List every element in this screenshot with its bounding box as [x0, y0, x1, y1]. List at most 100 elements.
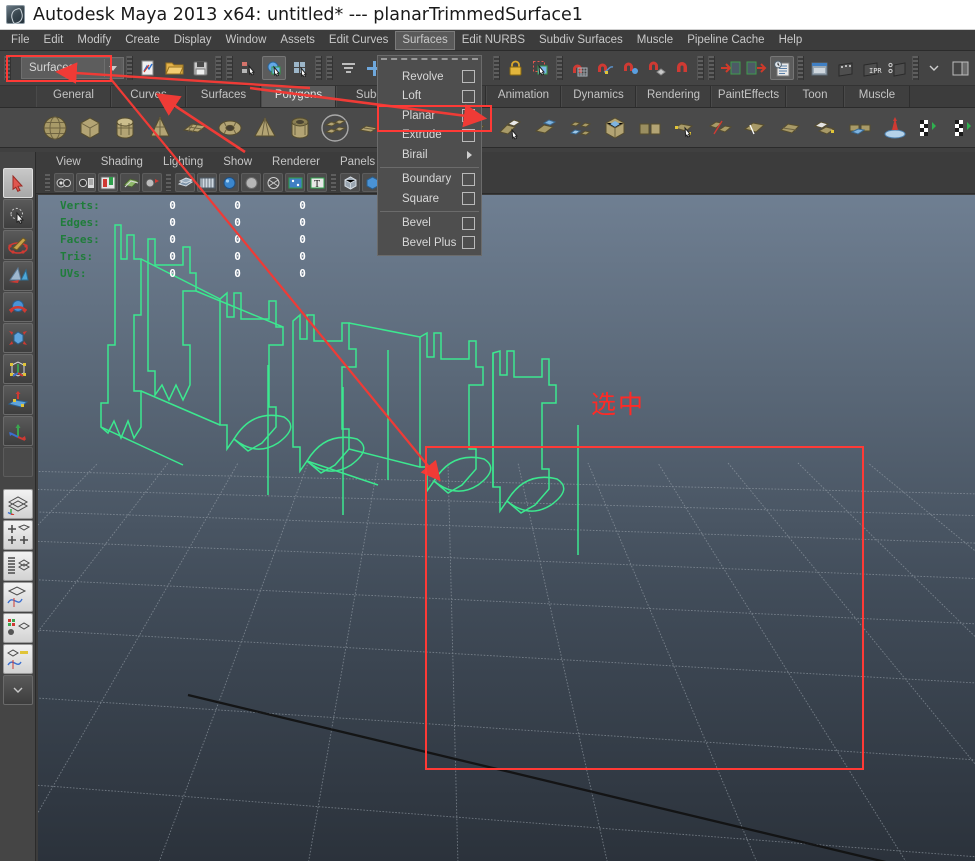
- menu-item-modify[interactable]: Modify: [70, 31, 118, 50]
- menu-item-edit[interactable]: Edit: [37, 31, 71, 50]
- menu-option-square[interactable]: Square: [378, 189, 481, 209]
- menu-set-select[interactable]: Surfaces: [21, 57, 124, 79]
- poly-sphere-icon[interactable]: [38, 111, 71, 144]
- option-box-icon[interactable]: [462, 89, 475, 103]
- shelf-tab-painteffects[interactable]: PaintEffects: [711, 86, 786, 107]
- shelf-tab-curves[interactable]: Curves: [111, 86, 186, 107]
- append-to-polygon-icon[interactable]: [668, 111, 701, 144]
- shelf-tab-surfaces[interactable]: Surfaces: [186, 86, 261, 107]
- menu-item-muscle[interactable]: Muscle: [630, 31, 680, 50]
- poly-cone-icon[interactable]: [143, 111, 176, 144]
- smooth-icon[interactable]: [598, 111, 631, 144]
- poly-plane-icon[interactable]: [178, 111, 211, 144]
- mirror-geometry-icon[interactable]: [633, 111, 666, 144]
- booleans-icon[interactable]: [563, 111, 596, 144]
- bridge-icon[interactable]: [843, 111, 876, 144]
- snap-to-point-icon[interactable]: [618, 56, 642, 80]
- snap-to-curve-icon[interactable]: [592, 56, 616, 80]
- layout-four-view-icon[interactable]: [3, 520, 33, 550]
- perspective-viewport[interactable]: Verts: 0 0 0 Edges: 0 0 0 Faces: 0 0 0 T…: [38, 195, 975, 861]
- shelf-tab-muscle[interactable]: Muscle: [844, 86, 910, 107]
- option-box-icon[interactable]: [462, 192, 475, 205]
- paint-selection-tool-icon[interactable]: [3, 230, 33, 260]
- scale-tool-icon[interactable]: [3, 323, 33, 353]
- snap-to-grid-icon[interactable]: [566, 56, 590, 80]
- select-by-object-type-icon[interactable]: [262, 56, 286, 80]
- option-box-icon[interactable]: [462, 172, 475, 186]
- output-connections-icon[interactable]: [744, 56, 768, 80]
- option-box-icon[interactable]: [462, 70, 475, 83]
- menu-option-birail[interactable]: Birail: [378, 145, 481, 165]
- menu-option-bevel[interactable]: Bevel: [378, 214, 481, 234]
- texture-toggle-icon[interactable]: [285, 173, 305, 192]
- layout-single-perspective-icon[interactable]: [3, 489, 33, 519]
- menu-item-display[interactable]: Display: [167, 31, 219, 50]
- select-camera-icon[interactable]: [54, 173, 74, 192]
- panel-menu-view[interactable]: View: [46, 156, 91, 168]
- show-manipulator-tool-icon[interactable]: [3, 416, 33, 446]
- menu-item-window[interactable]: Window: [218, 31, 273, 50]
- uv-texture-editor-icon[interactable]: [913, 111, 946, 144]
- xray-icon[interactable]: [263, 173, 283, 192]
- menu-option-planar[interactable]: Planar: [378, 106, 481, 126]
- shelf-tab-toon[interactable]: Toon: [786, 86, 844, 107]
- attribute-editor-toggle-icon[interactable]: [948, 56, 972, 80]
- redo-render-icon[interactable]: [833, 56, 857, 80]
- sidebar-toggle-icon[interactable]: [922, 56, 946, 80]
- menu-item-file[interactable]: File: [4, 31, 37, 50]
- panel-menu-renderer[interactable]: Renderer: [262, 156, 330, 168]
- layout-more-icon[interactable]: [3, 675, 33, 705]
- menu-item-help[interactable]: Help: [772, 31, 810, 50]
- layout-outliner-persp-icon[interactable]: [3, 551, 33, 581]
- poly-pyramid-icon[interactable]: [248, 111, 281, 144]
- shelf-tab-dynamics[interactable]: Dynamics: [561, 86, 636, 107]
- use-all-lights-icon[interactable]: T: [307, 173, 327, 192]
- poly-prism-icon[interactable]: [318, 111, 351, 144]
- lasso-select-tool-icon[interactable]: [3, 199, 33, 229]
- marquee-select-icon[interactable]: [529, 56, 553, 80]
- layout-persp-graph-icon[interactable]: [3, 582, 33, 612]
- layout-persp-graph-dope-icon[interactable]: [3, 644, 33, 674]
- offset-edge-loop-icon[interactable]: [773, 111, 806, 144]
- chevron-down-icon[interactable]: [104, 59, 121, 77]
- split-polygon-icon[interactable]: [703, 111, 736, 144]
- shelf-tab-general[interactable]: General: [36, 86, 111, 107]
- move-tool-icon[interactable]: [3, 261, 33, 291]
- menu-item-subdiv-surfaces[interactable]: Subdiv Surfaces: [532, 31, 630, 50]
- shelf-tab-animation[interactable]: Animation: [486, 86, 561, 107]
- sculpt-geometry-icon[interactable]: [878, 111, 911, 144]
- option-box-icon[interactable]: [462, 109, 475, 122]
- menu-item-edit-curves[interactable]: Edit Curves: [322, 31, 395, 50]
- poly-pipe-icon[interactable]: [283, 111, 316, 144]
- render-settings-icon[interactable]: [885, 56, 909, 80]
- separate-icon[interactable]: [493, 111, 526, 144]
- film-gate-icon[interactable]: [197, 173, 217, 192]
- select-by-component-type-icon[interactable]: [288, 56, 312, 80]
- construction-history-icon[interactable]: [770, 56, 794, 80]
- uv-checker-icon[interactable]: [948, 111, 975, 144]
- grid-toggle-icon[interactable]: [175, 173, 195, 192]
- camera-attributes-icon[interactable]: [76, 173, 96, 192]
- poly-cube-icon[interactable]: [73, 111, 106, 144]
- submenu-arrow-icon[interactable]: [467, 151, 472, 159]
- render-current-frame-icon[interactable]: [807, 56, 831, 80]
- select-by-hierarchy-icon[interactable]: [236, 56, 260, 80]
- image-plane-icon[interactable]: [120, 173, 140, 192]
- open-scene-icon[interactable]: [162, 56, 186, 80]
- layout-hypershade-persp-icon[interactable]: [3, 613, 33, 643]
- universal-manipulator-icon[interactable]: [3, 354, 33, 384]
- new-scene-icon[interactable]: [136, 56, 160, 80]
- menu-option-boundary[interactable]: Boundary: [378, 170, 481, 190]
- menu-item-assets[interactable]: Assets: [273, 31, 322, 50]
- panel-menu-shading[interactable]: Shading: [91, 156, 153, 168]
- shadows-icon[interactable]: [340, 173, 360, 192]
- poly-cylinder-icon[interactable]: [108, 111, 141, 144]
- menu-item-surfaces[interactable]: Surfaces: [395, 30, 455, 50]
- option-box-icon[interactable]: [462, 236, 475, 249]
- input-connections-icon[interactable]: [718, 56, 742, 80]
- select-tool-icon[interactable]: [3, 168, 33, 198]
- shelf-tab-polygons[interactable]: Polygons: [261, 86, 336, 107]
- poly-torus-icon[interactable]: [213, 111, 246, 144]
- snap-to-view-plane-icon[interactable]: [670, 56, 694, 80]
- menu-option-extrude[interactable]: Extrude: [378, 126, 481, 146]
